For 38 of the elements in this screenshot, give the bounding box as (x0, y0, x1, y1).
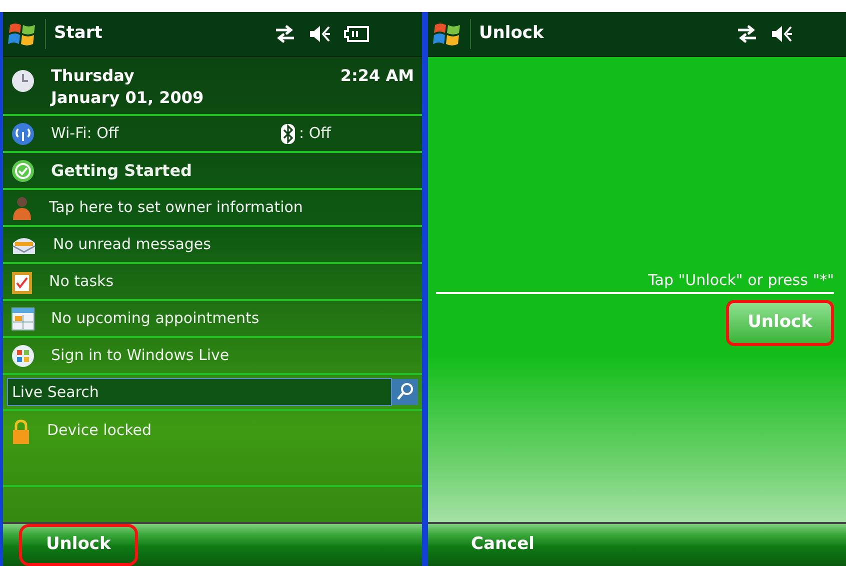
unlock-soft-key[interactable]: Unlock (19, 524, 138, 566)
battery-icon[interactable] (344, 25, 370, 43)
bluetooth-status[interactable]: : Off (299, 122, 331, 145)
title-text: Unlock (479, 22, 544, 46)
calendar-icon (11, 306, 35, 330)
time-text: 2:24 AM (340, 65, 414, 87)
windows-flag-circle-icon (11, 344, 35, 368)
speaker-icon[interactable] (770, 24, 794, 44)
clock-icon (11, 69, 35, 93)
sync-arrows-icon[interactable] (736, 24, 758, 44)
bluetooth-icon (281, 124, 295, 144)
instruction-text: Tap "Unlock" or press "*" (648, 270, 834, 291)
today-item[interactable]: No tasks (3, 264, 422, 301)
item-label: Getting Started (51, 160, 192, 182)
item-label: Tap here to set owner information (49, 197, 303, 218)
today-item[interactable]: No unread messages (3, 227, 422, 264)
wifi-antenna-icon (11, 122, 35, 146)
person-icon (11, 194, 33, 220)
padlock-icon (11, 419, 31, 445)
day-text: Thursday (51, 65, 136, 87)
check-circle-icon (11, 158, 35, 182)
item-label: No tasks (49, 271, 114, 292)
today-item[interactable]: Tap here to set owner information (3, 190, 422, 227)
wifi-status[interactable]: Wi-Fi: Off (51, 122, 265, 145)
today-item[interactable]: Getting Started (3, 153, 422, 190)
device-locked-text[interactable]: Device locked (47, 419, 152, 442)
date-text: January 01, 2009 (51, 87, 204, 109)
today-item[interactable]: Sign in to Windows Live (3, 338, 422, 375)
title-text: Start (54, 22, 102, 46)
item-label: No upcoming appointments (51, 308, 260, 330)
speaker-icon[interactable] (308, 24, 332, 44)
search-field[interactable]: Live Search (7, 378, 392, 406)
item-label: Sign in to Windows Live (51, 345, 230, 366)
sync-arrows-icon[interactable] (274, 24, 296, 44)
search-icon[interactable] (392, 379, 418, 405)
today-item[interactable]: No upcoming appointments (3, 301, 422, 338)
item-label: No unread messages (53, 234, 211, 256)
cancel-soft-key[interactable]: Cancel (444, 524, 562, 566)
